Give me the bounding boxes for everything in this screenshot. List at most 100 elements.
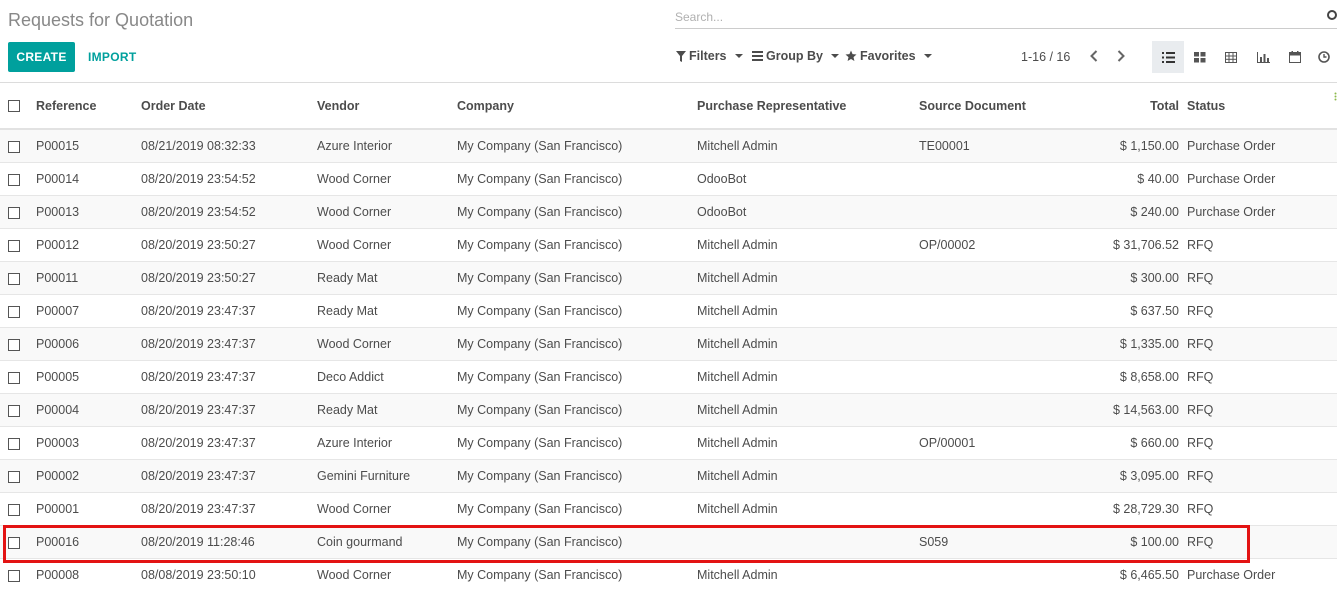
- row-select-cell: [0, 427, 36, 460]
- table-row[interactable]: P0000508/20/2019 23:47:37Deco AddictMy C…: [0, 361, 1337, 394]
- favorites-dropdown[interactable]: Favorites: [845, 49, 932, 63]
- reference-cell: P00013: [36, 196, 141, 229]
- column-header-company[interactable]: Company: [457, 83, 697, 129]
- vendor-cell: Wood Corner: [317, 229, 457, 262]
- source-document-cell: S059: [919, 526, 1069, 559]
- table-header-row: Reference Order Date Vendor Company Purc…: [0, 83, 1337, 129]
- select-all-checkbox[interactable]: [8, 100, 20, 112]
- kanban-view-button[interactable]: [1184, 41, 1216, 73]
- row-checkbox[interactable]: [8, 438, 20, 450]
- source-document-cell: [919, 559, 1069, 591]
- vendor-cell: Coin gourmand: [317, 526, 457, 559]
- source-document-cell: [919, 196, 1069, 229]
- total-cell: $ 660.00: [1069, 427, 1187, 460]
- row-select-cell: [0, 295, 36, 328]
- row-checkbox[interactable]: [8, 273, 20, 285]
- purchase-representative-cell: OdooBot: [697, 196, 919, 229]
- column-header-source-document[interactable]: Source Document: [919, 83, 1069, 129]
- status-cell: Purchase Order: [1187, 129, 1337, 163]
- total-cell: $ 240.00: [1069, 196, 1187, 229]
- pager-previous-button[interactable]: [1084, 45, 1104, 67]
- status-cell: RFQ: [1187, 493, 1337, 526]
- source-document-cell: [919, 262, 1069, 295]
- order-date-cell: 08/20/2019 11:28:46: [141, 526, 317, 559]
- search-input[interactable]: [675, 8, 1315, 26]
- pager-value[interactable]: 1-16 / 16: [1021, 50, 1070, 64]
- source-document-cell: [919, 394, 1069, 427]
- table-row[interactable]: P0001308/20/2019 23:54:52Wood CornerMy C…: [0, 196, 1337, 229]
- row-checkbox[interactable]: [8, 504, 20, 516]
- order-date-cell: 08/20/2019 23:47:37: [141, 328, 317, 361]
- table-row[interactable]: P0001208/20/2019 23:50:27Wood CornerMy C…: [0, 229, 1337, 262]
- row-select-cell: [0, 129, 36, 163]
- purchase-representative-cell: OdooBot: [697, 163, 919, 196]
- select-all-cell: [0, 83, 36, 129]
- column-header-total[interactable]: Total: [1069, 83, 1187, 129]
- row-checkbox[interactable]: [8, 405, 20, 417]
- source-document-cell: OP/00001: [919, 427, 1069, 460]
- company-cell: My Company (San Francisco): [457, 328, 697, 361]
- rfq-list-table: Reference Order Date Vendor Company Purc…: [0, 83, 1337, 591]
- graph-view-button[interactable]: [1247, 41, 1279, 73]
- kanban-icon: [1194, 52, 1206, 63]
- row-checkbox[interactable]: [8, 141, 20, 153]
- column-header-reference[interactable]: Reference: [36, 83, 141, 129]
- vendor-cell: Azure Interior: [317, 129, 457, 163]
- reference-cell: P00011: [36, 262, 141, 295]
- activity-view-button[interactable]: [1311, 41, 1337, 73]
- table-row[interactable]: P0001108/20/2019 23:50:27Ready MatMy Com…: [0, 262, 1337, 295]
- order-date-cell: 08/20/2019 23:54:52: [141, 196, 317, 229]
- list-view-button[interactable]: [1152, 41, 1184, 73]
- filters-dropdown[interactable]: Filters: [676, 49, 743, 63]
- row-checkbox[interactable]: [8, 240, 20, 252]
- row-checkbox[interactable]: [8, 570, 20, 582]
- row-checkbox[interactable]: [8, 372, 20, 384]
- page-title: Requests for Quotation: [8, 10, 193, 31]
- company-cell: My Company (San Francisco): [457, 460, 697, 493]
- table-row[interactable]: P0001408/20/2019 23:54:52Wood CornerMy C…: [0, 163, 1337, 196]
- table-row[interactable]: P0000408/20/2019 23:47:37Ready MatMy Com…: [0, 394, 1337, 427]
- table-row[interactable]: P0001508/21/2019 08:32:33Azure InteriorM…: [0, 129, 1337, 163]
- row-checkbox[interactable]: [8, 306, 20, 318]
- calendar-view-button[interactable]: [1279, 41, 1311, 73]
- status-cell: RFQ: [1187, 427, 1337, 460]
- vendor-cell: Ready Mat: [317, 394, 457, 427]
- column-header-status[interactable]: Status: [1187, 83, 1337, 129]
- table-row[interactable]: P0000608/20/2019 23:47:37Wood CornerMy C…: [0, 328, 1337, 361]
- table-row[interactable]: P0000108/20/2019 23:47:37Wood CornerMy C…: [0, 493, 1337, 526]
- calendar-icon: [1289, 51, 1301, 63]
- chevron-down-icon: [924, 54, 932, 58]
- row-checkbox[interactable]: [8, 537, 20, 549]
- groupby-dropdown[interactable]: Group By: [752, 49, 839, 63]
- source-document-cell: [919, 295, 1069, 328]
- row-checkbox[interactable]: [8, 207, 20, 219]
- vendor-cell: Ready Mat: [317, 262, 457, 295]
- vendor-cell: Wood Corner: [317, 559, 457, 591]
- order-date-cell: 08/20/2019 23:47:37: [141, 394, 317, 427]
- row-select-cell: [0, 493, 36, 526]
- pager-next-button[interactable]: [1111, 45, 1131, 67]
- import-button[interactable]: IMPORT: [81, 42, 143, 72]
- table-row[interactable]: P0001608/20/2019 11:28:46Coin gourmandMy…: [0, 526, 1337, 559]
- column-header-order-date[interactable]: Order Date: [141, 83, 317, 129]
- company-cell: My Company (San Francisco): [457, 129, 697, 163]
- favorites-label: Favorites: [860, 49, 916, 63]
- table-row[interactable]: P0000708/20/2019 23:47:37Ready MatMy Com…: [0, 295, 1337, 328]
- filter-icon: [676, 51, 686, 62]
- search-toggle-icon[interactable]: [1327, 10, 1337, 20]
- create-button[interactable]: CREATE: [8, 42, 75, 72]
- purchase-representative-cell: Mitchell Admin: [697, 460, 919, 493]
- column-header-vendor[interactable]: Vendor: [317, 83, 457, 129]
- status-cell: RFQ: [1187, 229, 1337, 262]
- reference-cell: P00015: [36, 129, 141, 163]
- purchase-representative-cell: Mitchell Admin: [697, 493, 919, 526]
- row-checkbox[interactable]: [8, 339, 20, 351]
- row-checkbox[interactable]: [8, 174, 20, 186]
- column-header-purchase-representative[interactable]: Purchase Representative: [697, 83, 919, 129]
- table-row[interactable]: P0000808/08/2019 23:50:10Wood CornerMy C…: [0, 559, 1337, 591]
- table-row[interactable]: P0000208/20/2019 23:47:37Gemini Furnitur…: [0, 460, 1337, 493]
- table-row[interactable]: P0000308/20/2019 23:47:37Azure InteriorM…: [0, 427, 1337, 460]
- company-cell: My Company (San Francisco): [457, 394, 697, 427]
- pivot-view-button[interactable]: [1215, 41, 1247, 73]
- row-checkbox[interactable]: [8, 471, 20, 483]
